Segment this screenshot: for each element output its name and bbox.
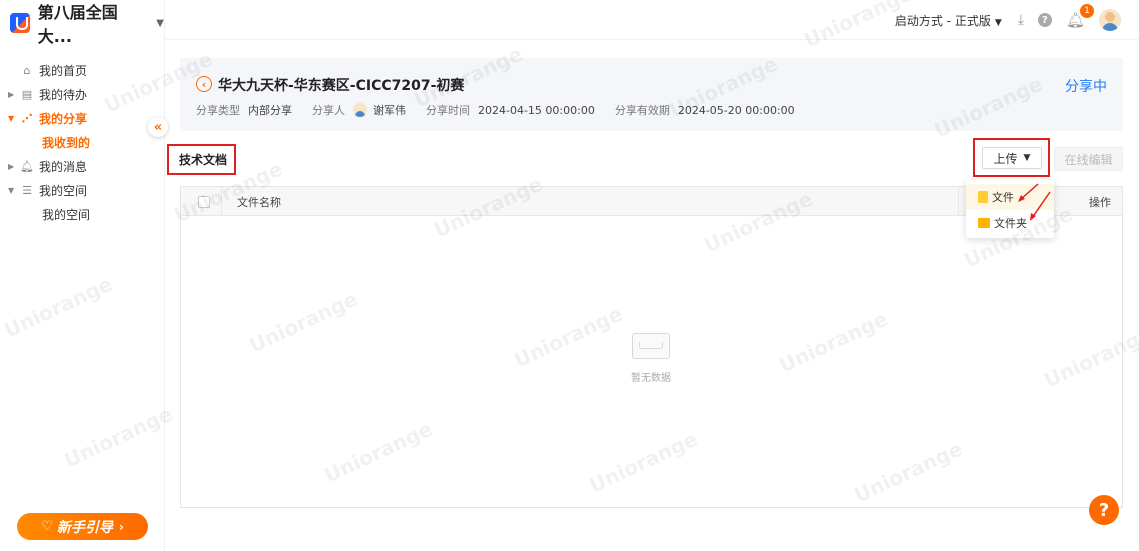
launch-mode-select[interactable]: 启动方式 - 正式版 ▼ <box>895 12 1002 29</box>
share-type-label: 分享类型 <box>196 104 240 117</box>
empty-text: 暂无数据 <box>631 373 671 384</box>
sharer-label: 分享人 <box>312 104 345 117</box>
avatar[interactable] <box>1099 9 1121 31</box>
brand-logo-icon <box>10 13 30 33</box>
sidebar-menu: ⌂ 我的首页 ▶ ▤ 我的待办 ▼ ⋰ 我的分享 我收到的 ▶ 🔔︎ 我的消息 … <box>0 58 165 226</box>
lightbulb-icon: ♡ <box>41 519 53 534</box>
empty-state: 暂无数据 <box>611 333 691 384</box>
section-title: 技术文档 <box>167 144 236 175</box>
brand-switcher[interactable]: 第八届全国大... ▼ <box>10 3 164 46</box>
sidebar-item-label: 我的首页 <box>39 63 88 78</box>
upload-button[interactable]: 上传 ▼ <box>982 147 1042 169</box>
bell-icon: 🔔︎ <box>20 159 34 173</box>
share-expire-label: 分享有效期 <box>614 104 670 117</box>
share-expire-value: 2024-05-20 00:00:00 <box>677 103 795 117</box>
download-icon[interactable]: ⤓ <box>1018 12 1024 28</box>
back-icon[interactable]: ‹ <box>196 76 212 92</box>
sidebar-item-label: 我的消息 <box>39 159 88 174</box>
chevron-down-icon: ▼ <box>8 113 15 123</box>
column-header-actions: 操作 <box>1089 196 1111 209</box>
home-icon: ⌂ <box>23 63 31 77</box>
chevron-right-icon: › <box>118 519 124 534</box>
share-time-value: 2024-04-15 00:00:00 <box>478 103 595 117</box>
sidebar-item-space-sub[interactable]: 我的空间 <box>0 202 165 226</box>
sidebar-item-label: 我的空间 <box>39 183 88 198</box>
file-icon <box>978 191 988 203</box>
brand-name: 第八届全国大... <box>37 3 118 46</box>
upload-label: 上传 <box>993 151 1018 166</box>
sidebar-item-todo[interactable]: ▶ ▤ 我的待办 <box>0 82 165 106</box>
empty-inbox-icon <box>632 333 670 359</box>
folder-icon <box>978 218 990 228</box>
chevron-down-icon: ▼ <box>156 17 164 29</box>
sidebar-item-space[interactable]: ▼ ☰ 我的空间 <box>0 178 165 202</box>
sidebar: 第八届全国大... ▼ ⌂ 我的首页 ▶ ▤ 我的待办 ▼ ⋰ 我的分享 我收到… <box>0 0 165 551</box>
share-icon: ⋰ <box>21 111 33 125</box>
sidebar-item-messages[interactable]: ▶ 🔔︎ 我的消息 <box>0 154 165 178</box>
share-header-card: ‹ 华大九天杯-华东赛区-CICC7207-初赛 分享中 分享类型 内部分享 分… <box>180 58 1123 131</box>
notification-bell-icon[interactable]: 🔔︎ 1 <box>1066 4 1094 29</box>
guide-label: 新手引导 <box>56 519 113 536</box>
caret-down-icon: ▼ <box>1023 153 1031 163</box>
sidebar-item-label: 我的待办 <box>39 87 88 102</box>
collapse-sidebar-button[interactable]: « <box>148 117 168 137</box>
share-meta: 分享类型 内部分享 分享人 谢军伟 分享时间 2024-04-15 00:00:… <box>196 102 815 118</box>
chevron-right-icon: ▶ <box>8 161 15 171</box>
sidebar-item-home[interactable]: ⌂ 我的首页 <box>0 58 165 82</box>
help-icon[interactable]: ? <box>1037 13 1052 27</box>
sidebar-item-received[interactable]: 我收到的 <box>0 130 165 154</box>
column-header-name: 文件名称 <box>237 196 281 209</box>
topbar-actions: 启动方式 - 正式版 ▼ ⤓ ? 🔔︎ 1 <box>895 4 1121 32</box>
notification-badge: 1 <box>1080 4 1094 18</box>
space-icon: ☰ <box>22 183 32 197</box>
share-time-label: 分享时间 <box>426 104 470 117</box>
top-bar: 启动方式 - 正式版 ▼ ⤓ ? 🔔︎ 1 <box>165 0 1139 40</box>
sidebar-item-label: 我的分享 <box>39 111 88 126</box>
select-all-checkbox[interactable] <box>198 196 210 208</box>
sidebar-item-share[interactable]: ▼ ⋰ 我的分享 <box>0 106 165 130</box>
chevron-right-icon: ▶ <box>8 89 15 99</box>
launch-mode-label: 启动方式 - 正式版 <box>894 13 991 28</box>
floating-help-button[interactable]: ? <box>1089 495 1119 525</box>
share-type-value: 内部分享 <box>248 104 292 117</box>
upload-highlight: 上传 ▼ <box>973 138 1050 177</box>
todo-icon: ▤ <box>21 87 33 101</box>
share-title: 华大九天杯-华东赛区-CICC7207-初赛 <box>218 78 465 94</box>
annotation-arrows <box>1018 183 1051 221</box>
caret-down-icon: ▼ <box>994 17 1002 28</box>
sharer-value: 谢军伟 <box>373 104 406 117</box>
share-status: 分享中 <box>1065 79 1107 95</box>
chevron-down-icon: ▼ <box>8 185 15 195</box>
online-edit-button[interactable]: 在线编辑 <box>1054 147 1123 171</box>
newbie-guide-button[interactable]: ♡ 新手引导 › <box>17 513 148 540</box>
sharer-avatar <box>353 103 367 117</box>
annotation-arrow-folder <box>1031 191 1051 219</box>
